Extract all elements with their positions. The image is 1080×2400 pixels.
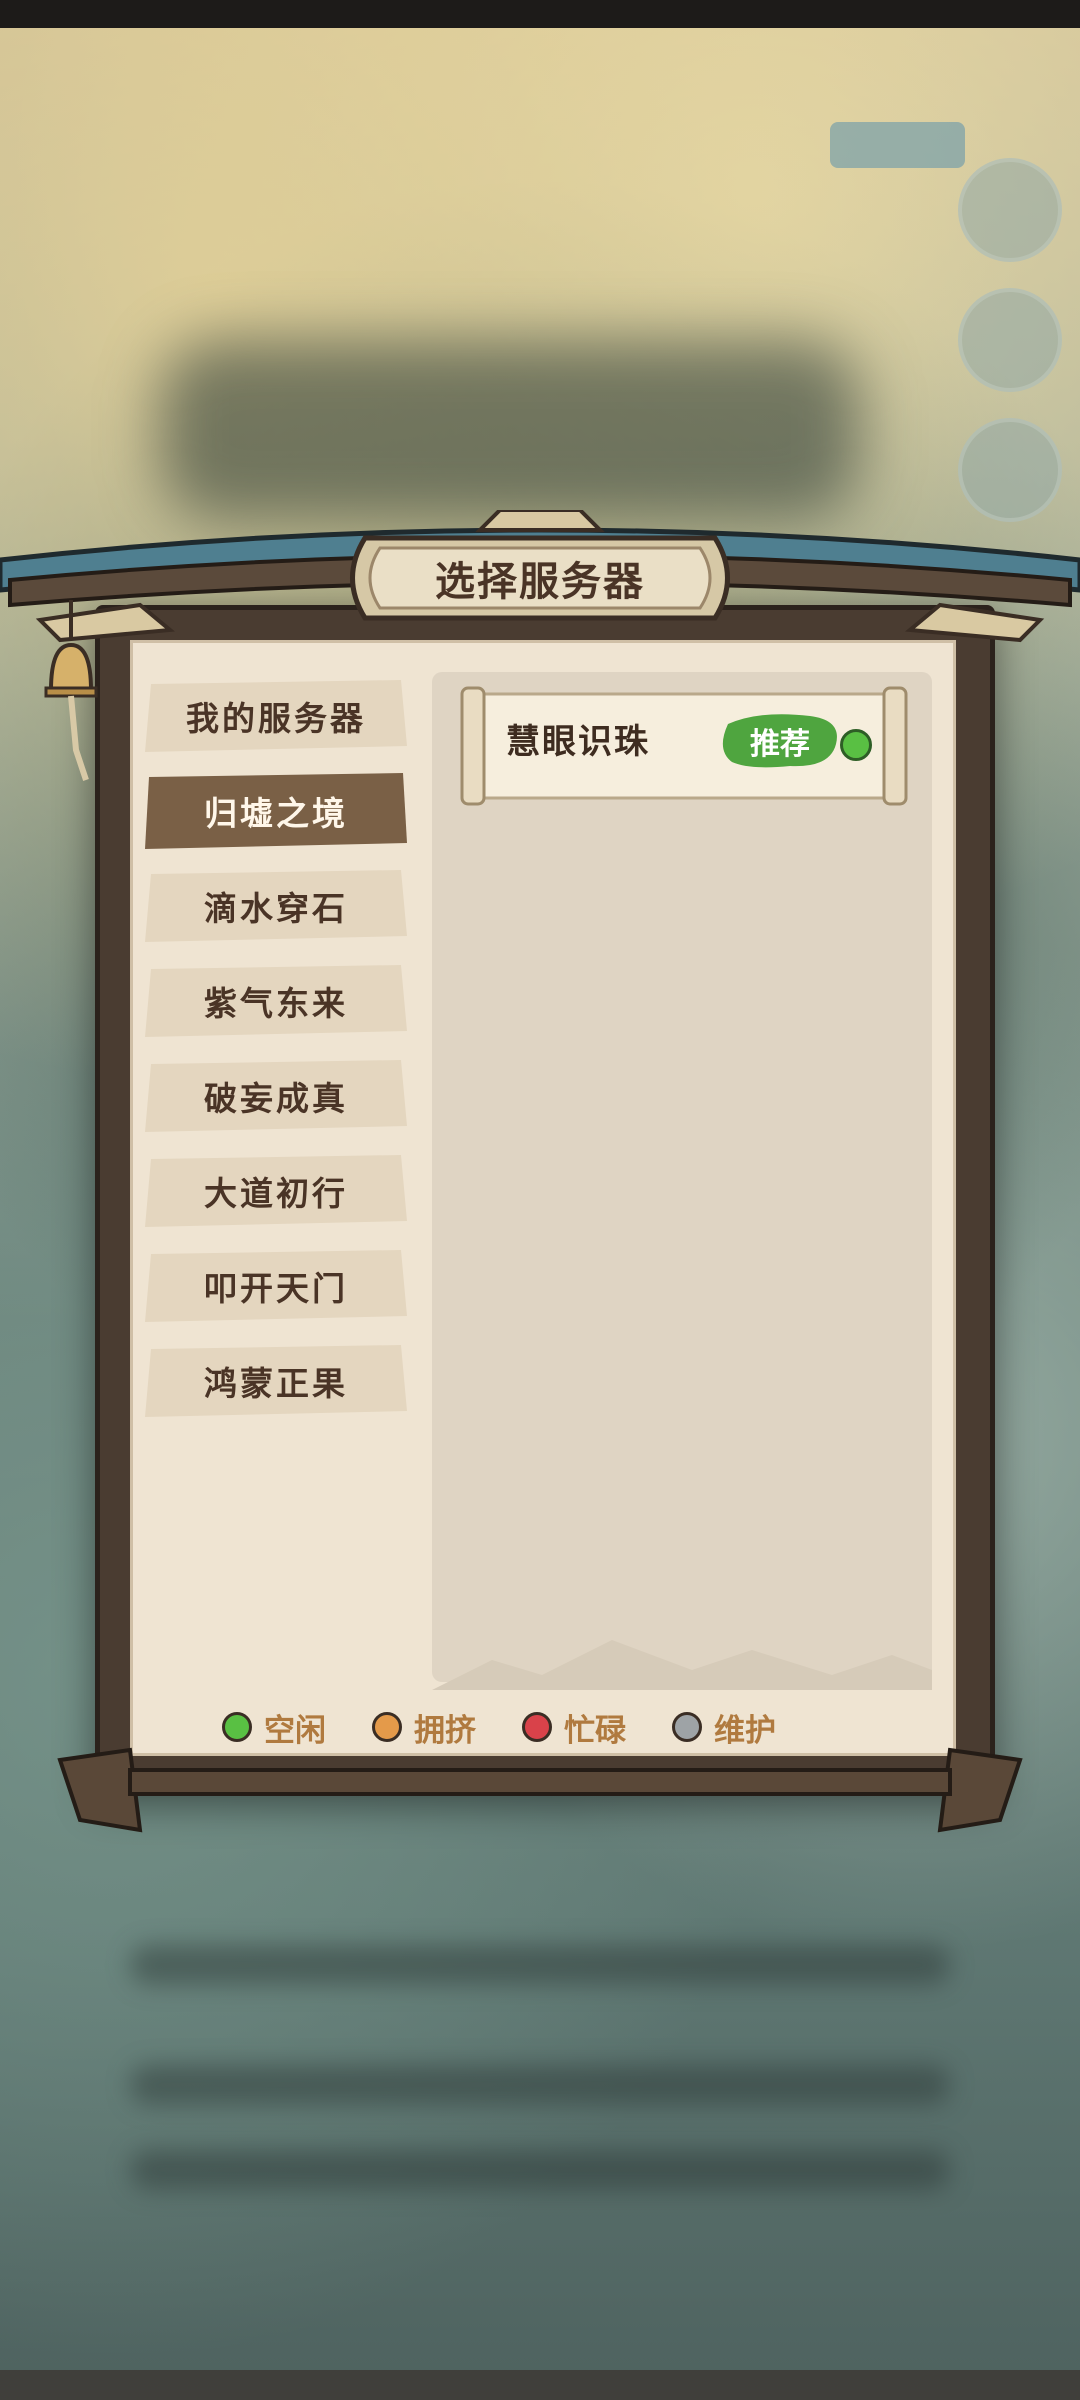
status-full-dot-icon [522,1712,552,1742]
sidebar-item-label: 我的服务器 [186,699,366,738]
status-bar [0,0,1080,28]
navigation-bar [0,2370,1080,2400]
status-maintenance-dot-icon [672,1712,702,1742]
background-avatar [958,158,1062,262]
background-logo [160,340,860,520]
background-text [130,1945,950,1985]
dialog-title: 选择服务器 [435,559,645,605]
server-region-list: 我的服务器 归墟之境 滴水穿石 紫气东来 破妄成真 大道初行 叩开天门 鸿蒙正果 [145,676,415,1436]
sidebar-item-label: 破妄成真 [204,1079,348,1118]
sidebar-item-label: 滴水穿石 [204,889,348,928]
server-name: 慧眼识珠 [506,722,650,762]
sidebar-item-ziqi[interactable]: 紫气东来 [145,961,407,1041]
sidebar-item-label: 归墟之境 [204,794,348,833]
sidebar-item-hongmeng[interactable]: 鸿蒙正果 [145,1341,407,1421]
server-list-area [432,672,932,1682]
sidebar-item-guixu[interactable]: 归墟之境 [145,771,407,851]
recommend-label: 推荐 [750,727,810,762]
recommend-badge: 推荐 [720,710,840,772]
bell-icon [44,600,98,781]
sidebar-item-my-servers[interactable]: 我的服务器 [145,676,407,756]
status-idle-dot-icon [222,1712,252,1742]
frame-base [57,1747,1023,1833]
mountain-decoration [432,1640,932,1690]
sidebar-item-label: 大道初行 [204,1174,348,1213]
background-text [130,2065,950,2105]
sidebar-item-label: 鸿蒙正果 [204,1364,348,1403]
status-busy-dot-icon [372,1712,402,1742]
background-text [130,2150,950,2190]
sidebar-item-dishui[interactable]: 滴水穿石 [145,866,407,946]
status-idle-dot-icon [840,729,872,761]
sidebar-item-label: 叩开天门 [204,1269,348,1308]
background-badge [830,122,965,168]
sidebar-item-koukai[interactable]: 叩开天门 [145,1246,407,1326]
sidebar-item-label: 紫气东来 [204,984,348,1023]
server-card[interactable]: 慧眼识珠 推荐 [458,684,910,808]
sidebar-item-dadao[interactable]: 大道初行 [145,1151,407,1231]
background-avatar [958,288,1062,392]
sidebar-item-powang[interactable]: 破妄成真 [145,1056,407,1136]
background-avatar [958,418,1062,522]
